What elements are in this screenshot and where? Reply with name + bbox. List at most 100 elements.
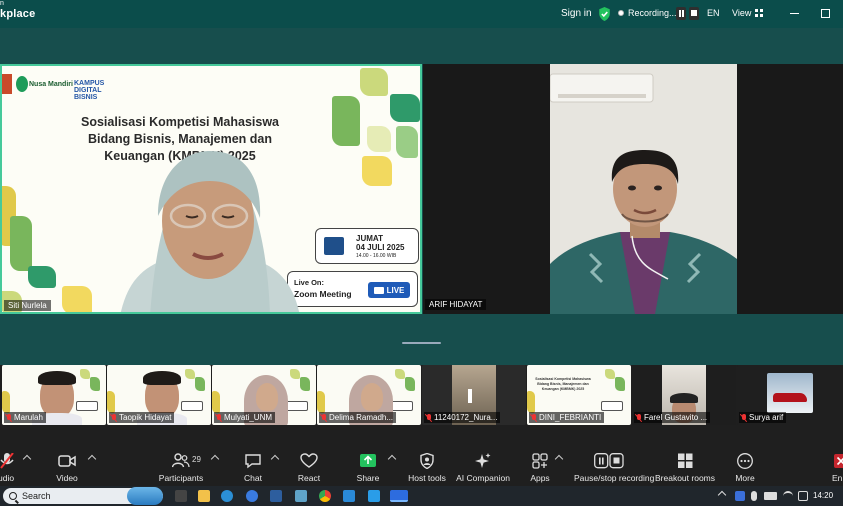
leaf-shape bbox=[2, 391, 10, 413]
more-button[interactable]: More bbox=[710, 445, 780, 486]
live-badge: LIVE bbox=[368, 282, 410, 298]
participant-thumbnail[interactable]: Mulyati_UNM bbox=[212, 365, 316, 425]
date-box bbox=[181, 401, 203, 411]
presenter-name-tag: Siti Nurlela bbox=[4, 300, 51, 311]
recording-indicator[interactable]: Recording... bbox=[618, 8, 677, 18]
mail-icon[interactable] bbox=[270, 490, 282, 502]
kampus-digital-bisnis-logo: KAMPUS DIGITAL BISNIS bbox=[74, 80, 105, 101]
tray-app-icon[interactable] bbox=[735, 491, 745, 501]
participant-face bbox=[361, 383, 383, 411]
participant-thumbnail[interactable]: Sosialisasi Kompetisi Mahasiswa Bidang B… bbox=[527, 365, 631, 425]
participant-thumbnail[interactable]: 11240172_Nura... bbox=[422, 365, 526, 425]
apps-button[interactable]: Apps bbox=[505, 445, 575, 486]
minimize-icon[interactable] bbox=[790, 13, 799, 14]
title-bar: n kplace Sign in Recording... EN View bbox=[0, 0, 843, 28]
view-button[interactable]: View bbox=[732, 8, 764, 18]
breakout-rooms-icon bbox=[678, 453, 693, 468]
app-icon[interactable] bbox=[368, 490, 380, 502]
participant-hair bbox=[143, 371, 181, 385]
leaf-shape bbox=[367, 126, 391, 152]
browser-icon[interactable] bbox=[246, 490, 258, 502]
vscode-icon[interactable] bbox=[343, 490, 355, 502]
participant-hair bbox=[38, 371, 76, 385]
university-logo-icon bbox=[2, 74, 12, 94]
logo-text: Nusa Mandiri bbox=[29, 81, 73, 88]
date-box bbox=[286, 401, 308, 411]
maximize-icon[interactable] bbox=[821, 9, 830, 18]
language-button[interactable]: EN bbox=[707, 8, 720, 18]
leaf-shape bbox=[185, 369, 195, 379]
microphone-muted-icon bbox=[0, 453, 14, 469]
participant-thumbnail[interactable]: Farel Gustavito ... bbox=[632, 365, 736, 425]
zoom-window: n kplace Sign in Recording... EN View Nu… bbox=[0, 0, 843, 506]
volume-icon[interactable] bbox=[798, 491, 808, 501]
leaf-shape bbox=[212, 391, 220, 413]
pause-recording-icon[interactable] bbox=[676, 7, 686, 20]
leaf-shape bbox=[390, 94, 420, 122]
taskbar-clock: 14:20 bbox=[813, 491, 834, 500]
video-button[interactable]: Video bbox=[32, 445, 102, 486]
leaf-shape bbox=[195, 377, 205, 391]
leaf-shape bbox=[395, 369, 405, 379]
speaker-figure bbox=[550, 64, 737, 314]
leaf-shape bbox=[332, 96, 360, 146]
leaf-shape bbox=[300, 377, 310, 391]
leaf-shape bbox=[28, 266, 56, 288]
event-day: JUMAT bbox=[356, 234, 383, 243]
recording-label: Recording... bbox=[628, 8, 677, 18]
participant-face bbox=[256, 383, 278, 411]
event-time: 14.00 - 16.00 WIB bbox=[356, 253, 397, 259]
battery-icon[interactable] bbox=[764, 492, 777, 500]
participants-count: 29 bbox=[192, 455, 201, 464]
apps-icon bbox=[532, 453, 548, 469]
speaker-video-tile[interactable]: ARIF HIDAYAT bbox=[423, 64, 843, 314]
chrome-icon[interactable] bbox=[319, 490, 331, 502]
task-view-icon[interactable] bbox=[175, 490, 187, 502]
gallery-resize-handle[interactable] bbox=[402, 342, 441, 344]
microphone-muted-icon bbox=[741, 413, 747, 422]
shield-check-icon[interactable] bbox=[598, 7, 611, 21]
participant-thumbnail[interactable]: Taopik Hidayat bbox=[107, 365, 211, 425]
slide-title: Sosialisasi Kompetisi Mahasiswa Bidang B… bbox=[535, 377, 591, 391]
microphone-muted-icon bbox=[321, 413, 327, 422]
leaf-shape bbox=[605, 369, 615, 379]
participants-button[interactable]: 29 Participants bbox=[146, 445, 216, 486]
sign-in-link[interactable]: Sign in bbox=[561, 8, 592, 19]
notepad-icon[interactable] bbox=[295, 490, 307, 502]
pause-stop-icon bbox=[594, 453, 624, 469]
search-highlight-image bbox=[127, 487, 163, 505]
microphone-icon[interactable] bbox=[751, 491, 757, 501]
wifi-icon[interactable] bbox=[783, 491, 793, 501]
leaf-shape bbox=[615, 377, 625, 391]
tray-expand-chevron-icon[interactable] bbox=[717, 490, 727, 500]
participant-hair bbox=[670, 393, 698, 403]
presenter-figure bbox=[120, 151, 300, 312]
participant-thumbnail[interactable]: Surya arif bbox=[737, 365, 841, 425]
video-label: Video bbox=[56, 473, 78, 483]
leaf-shape bbox=[362, 156, 392, 186]
microphone-muted-icon bbox=[426, 413, 432, 422]
leaf-shape bbox=[62, 286, 92, 312]
nusa-mandiri-logo-icon bbox=[16, 76, 28, 92]
participant-name-tag: 11240172_Nura... bbox=[424, 412, 501, 423]
file-explorer-icon[interactable] bbox=[198, 490, 210, 502]
end-button[interactable]: En bbox=[802, 445, 843, 486]
edge-icon[interactable] bbox=[221, 490, 233, 502]
pause-stop-recording-button[interactable]: Pause/stop recording bbox=[574, 445, 654, 486]
os-taskbar: Search 14:20 bbox=[0, 486, 843, 506]
speaker-name-tag: ARIF HIDAYAT bbox=[425, 299, 487, 310]
presenter-video-tile[interactable]: Nusa Mandiri KAMPUS DIGITAL BISNIS Sosia… bbox=[0, 64, 422, 314]
recording-dot-icon bbox=[618, 10, 624, 16]
search-icon bbox=[9, 492, 17, 500]
participant-thumbnail[interactable]: Marulah bbox=[2, 365, 106, 425]
leaf-shape bbox=[360, 68, 388, 96]
participants-label: Participants bbox=[158, 473, 204, 483]
room-light bbox=[468, 389, 472, 403]
microphone-muted-icon bbox=[6, 413, 12, 422]
stop-recording-icon[interactable] bbox=[689, 7, 699, 20]
participant-thumbnail[interactable]: Delima Ramadh... bbox=[317, 365, 421, 425]
speaker-camera-feed bbox=[550, 64, 737, 314]
zoom-app-icon[interactable] bbox=[390, 490, 408, 502]
recording-controls bbox=[676, 7, 700, 20]
participant-name-tag: Marulah bbox=[4, 412, 46, 423]
